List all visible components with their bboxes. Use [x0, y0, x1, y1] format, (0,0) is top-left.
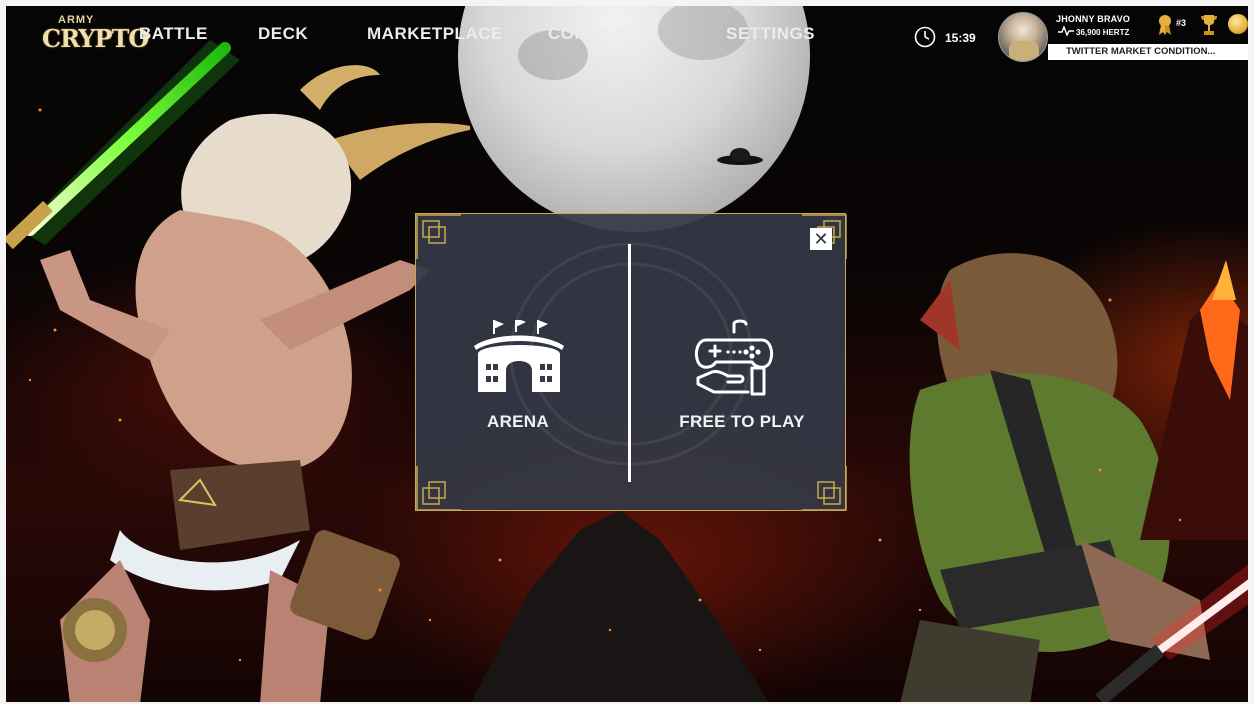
nav-battle[interactable]: BATTLE	[139, 24, 208, 44]
arena-option[interactable]: ARENA	[418, 244, 618, 482]
nav-settings[interactable]: SETTINGS	[726, 24, 815, 44]
pulse-icon	[1058, 26, 1074, 36]
user-profile-panel[interactable]: JHONNY BRAVO 36,900 HERTZ #3 TWITTER MAR…	[992, 12, 1254, 64]
trophy-icon[interactable]	[1200, 14, 1218, 36]
avatar[interactable]	[998, 12, 1048, 62]
username: JHONNY BRAVO	[1056, 14, 1131, 24]
arena-icon	[474, 320, 564, 392]
logo-big-text: CRYPTO	[42, 24, 149, 53]
nav-deck[interactable]: DECK	[258, 24, 308, 44]
modal-divider	[628, 244, 631, 482]
nav-community[interactable]: COMMUNITY	[548, 24, 657, 44]
coin-icon[interactable]	[1228, 14, 1248, 34]
army-of-crypto-logo[interactable]: ARMY CRYPTO	[42, 14, 149, 58]
award-ribbon-icon	[1159, 15, 1171, 35]
arena-label: ARENA	[487, 412, 549, 431]
nav-marketplace[interactable]: MARKETPLACE	[367, 24, 503, 44]
hertz-balance: 36,900 HERTZ	[1076, 28, 1130, 37]
free-to-play-label: FREE TO PLAY	[679, 412, 805, 431]
gamepad-hand-icon	[694, 319, 774, 396]
rank-badge: #3	[1176, 18, 1187, 28]
game-mode-modal: ✕ ARENA FREE TO PLAY	[415, 213, 847, 511]
clock-icon	[914, 26, 936, 48]
twitter-market-ticker[interactable]: TWITTER MARKET CONDITION...	[1048, 44, 1254, 60]
clock-time: 15:39	[945, 31, 976, 45]
top-navigation-bar: ARMY CRYPTO BATTLE DECK MARKETPLACE COMM…	[6, 6, 1254, 62]
free-to-play-option[interactable]: FREE TO PLAY	[642, 244, 842, 482]
